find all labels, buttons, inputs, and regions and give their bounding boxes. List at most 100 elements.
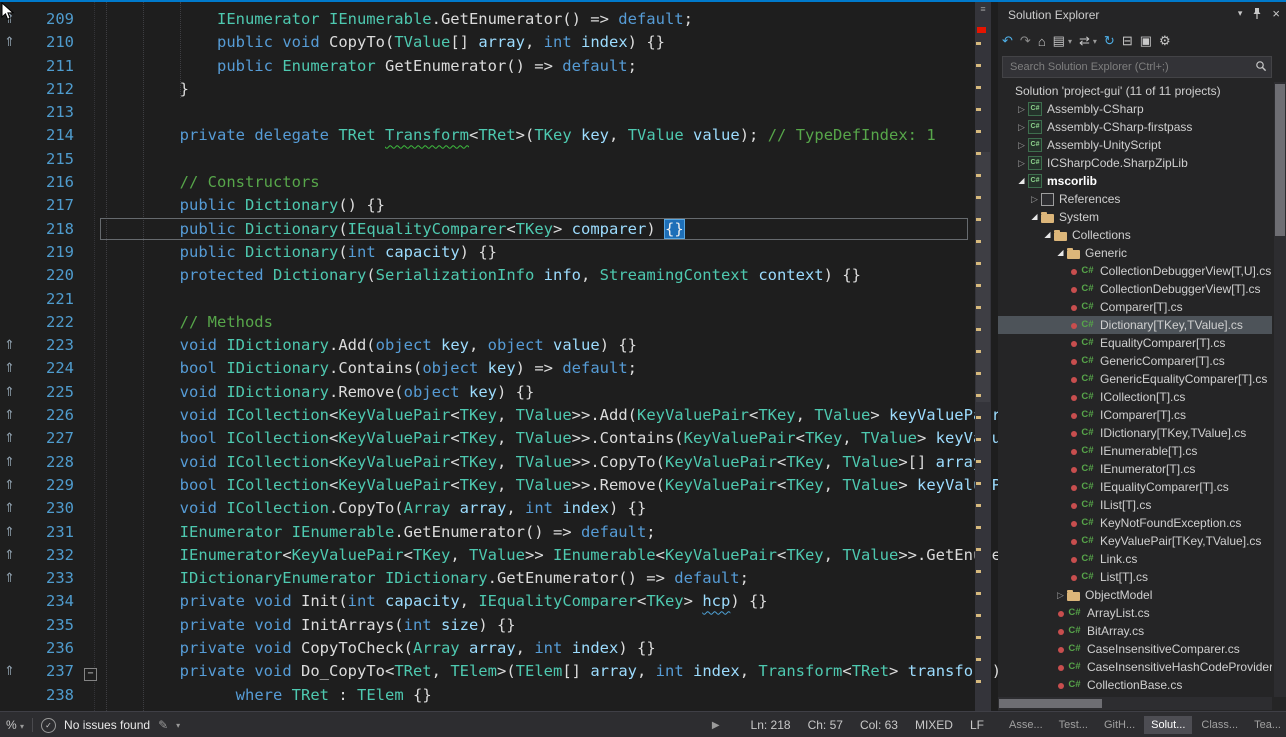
- code-line[interactable]: ⇑237− private void Do_CopyTo<TRet, TElem…: [0, 660, 998, 683]
- code-line[interactable]: 234 private void Init(int capacity, IEqu…: [0, 590, 998, 613]
- splitter-grip-icon[interactable]: ≡: [975, 3, 991, 16]
- tree-item[interactable]: C#BitArray.cs: [998, 622, 1272, 640]
- line-number[interactable]: 221: [26, 288, 74, 311]
- tool-window-tab[interactable]: Test...: [1052, 716, 1095, 734]
- column-indicator[interactable]: Col: 63: [860, 718, 898, 732]
- line-number[interactable]: 224: [26, 357, 74, 380]
- line-number[interactable]: 209: [26, 8, 74, 31]
- tree-item[interactable]: ▷ObjectModel: [998, 586, 1272, 604]
- indent-mode-indicator[interactable]: MIXED: [915, 718, 953, 732]
- line-indicator[interactable]: Ln: 218: [751, 718, 791, 732]
- tree-item[interactable]: C#CaseInsensitiveComparer.cs: [998, 640, 1272, 658]
- tool-window-tab[interactable]: Asse...: [1002, 716, 1050, 734]
- close-icon[interactable]: ×: [1272, 6, 1280, 21]
- tree-vertical-scrollbar[interactable]: [1274, 82, 1286, 697]
- line-number[interactable]: 216: [26, 171, 74, 194]
- code-line[interactable]: 238 where TRet : TElem {}: [0, 684, 998, 707]
- scrollbar-thumb[interactable]: [1275, 84, 1285, 236]
- tree-item[interactable]: C#CaseInsensitiveHashCodeProvider.cs: [998, 658, 1272, 676]
- tree-item[interactable]: C#KeyNotFoundException.cs: [998, 514, 1272, 532]
- expander-icon[interactable]: ▷: [1015, 136, 1028, 154]
- line-number[interactable]: 229: [26, 474, 74, 497]
- tool-window-tab[interactable]: Tea...: [1247, 716, 1286, 734]
- switch-views-icon[interactable]: ▤: [1053, 33, 1065, 49]
- tree-item[interactable]: C#IEnumerator[T].cs: [998, 460, 1272, 478]
- char-indicator[interactable]: Ch: 57: [808, 718, 843, 732]
- scrollbar-thumb[interactable]: [999, 699, 1102, 708]
- code-line[interactable]: 215: [0, 148, 998, 171]
- tree-item[interactable]: ▷C#Assembly-CSharp: [998, 100, 1272, 118]
- tree-item[interactable]: C#Comparer[T].cs: [998, 298, 1272, 316]
- tree-item[interactable]: ▷C#Assembly-CSharp-firstpass: [998, 118, 1272, 136]
- tool-window-tab[interactable]: GitH...: [1097, 716, 1142, 734]
- tree-item[interactable]: C#Dictionary[TKey,TValue].cs: [998, 316, 1272, 334]
- expander-icon[interactable]: ◢: [1054, 244, 1067, 262]
- chevron-down-icon[interactable]: ▾: [1238, 8, 1243, 19]
- tree-item[interactable]: ▷C#Assembly-UnityScript: [998, 136, 1272, 154]
- expander-icon[interactable]: ◢: [1015, 172, 1028, 190]
- tree-item[interactable]: C#ArrayList.cs: [998, 604, 1272, 622]
- line-number[interactable]: 214: [26, 124, 74, 147]
- line-number[interactable]: 227: [26, 427, 74, 450]
- code-line[interactable]: 220 protected Dictionary(SerializationIn…: [0, 264, 998, 287]
- line-number[interactable]: 210: [26, 31, 74, 54]
- code-line[interactable]: 213: [0, 101, 998, 124]
- eol-indicator[interactable]: LF: [970, 718, 984, 732]
- code-line[interactable]: 219 public Dictionary(int capacity) {}: [0, 241, 998, 264]
- search-input[interactable]: [1008, 58, 1242, 76]
- code-line[interactable]: ⇑228 void ICollection<KeyValuePair<TKey,…: [0, 451, 998, 474]
- tree-item[interactable]: C#GenericEqualityComparer[T].cs: [998, 370, 1272, 388]
- line-number[interactable]: 215: [26, 148, 74, 171]
- expander-icon[interactable]: ◢: [1041, 226, 1054, 244]
- pin-icon[interactable]: [1252, 7, 1262, 20]
- tree-item[interactable]: C#CollectionDebuggerView[T,U].cs: [998, 262, 1272, 280]
- code-line[interactable]: 218 public Dictionary(IEqualityComparer<…: [0, 218, 998, 241]
- navigate-back-icon[interactable]: ↶: [1002, 33, 1013, 49]
- fold-margin[interactable]: −: [84, 660, 100, 683]
- code-line[interactable]: 217 public Dictionary() {}: [0, 194, 998, 217]
- code-line[interactable]: 211 public Enumerator GetEnumerator() =>…: [0, 55, 998, 78]
- search-box[interactable]: [1002, 56, 1272, 78]
- tree-item[interactable]: C#IDictionary[TKey,TValue].cs: [998, 424, 1272, 442]
- tree-item[interactable]: C#CollectionBase.cs: [998, 676, 1272, 694]
- edit-pencil-icon[interactable]: ✎: [158, 718, 168, 732]
- code-editor[interactable]: ⇑209 IEnumerator IEnumerable.GetEnumerat…: [0, 2, 998, 711]
- show-all-files-icon[interactable]: ▣: [1140, 33, 1152, 49]
- tree-item[interactable]: ◢System: [998, 208, 1272, 226]
- tree-item[interactable]: C#List[T].cs: [998, 568, 1272, 586]
- code-line[interactable]: 212 }: [0, 78, 998, 101]
- tree-item[interactable]: C#EqualityComparer[T].cs: [998, 334, 1272, 352]
- issues-message[interactable]: No issues found: [64, 718, 150, 732]
- tree-item[interactable]: C#ICollection[T].cs: [998, 388, 1272, 406]
- line-number[interactable]: 218: [26, 218, 74, 241]
- line-number[interactable]: 217: [26, 194, 74, 217]
- code-line[interactable]: ⇑230 void ICollection.CopyTo(Array array…: [0, 497, 998, 520]
- navigate-forward-icon[interactable]: ↷: [1020, 33, 1031, 49]
- code-line[interactable]: ⇑233 IDictionaryEnumerator IDictionary.G…: [0, 567, 998, 590]
- line-number[interactable]: 235: [26, 614, 74, 637]
- line-number[interactable]: 234: [26, 590, 74, 613]
- search-icon[interactable]: [1255, 60, 1267, 72]
- line-number[interactable]: 212: [26, 78, 74, 101]
- tree-item[interactable]: C#IEqualityComparer[T].cs: [998, 478, 1272, 496]
- scrollbar-thumb[interactable]: [976, 152, 990, 402]
- code-line[interactable]: ⇑227 bool ICollection<KeyValuePair<TKey,…: [0, 427, 998, 450]
- line-number[interactable]: 222: [26, 311, 74, 334]
- code-line[interactable]: 235 private void InitArrays(int size) {}: [0, 614, 998, 637]
- collapse-all-icon[interactable]: ⊟: [1122, 33, 1133, 49]
- line-number[interactable]: 231: [26, 521, 74, 544]
- refresh-icon[interactable]: ↻: [1104, 33, 1115, 49]
- code-line[interactable]: 236 private void CopyToCheck(Array array…: [0, 637, 998, 660]
- expander-icon[interactable]: ▷: [1054, 586, 1067, 604]
- code-line[interactable]: 221: [0, 288, 998, 311]
- line-number[interactable]: 238: [26, 684, 74, 707]
- line-number[interactable]: 223: [26, 334, 74, 357]
- expander-icon[interactable]: ◢: [1028, 208, 1041, 226]
- tool-window-tab[interactable]: Class...: [1194, 716, 1245, 734]
- chevron-down-icon[interactable]: ▾: [1093, 37, 1097, 46]
- code-line[interactable]: ⇑223 void IDictionary.Add(object key, ob…: [0, 334, 998, 357]
- code-line[interactable]: ⇑229 bool ICollection<KeyValuePair<TKey,…: [0, 474, 998, 497]
- tree-item[interactable]: C#IEnumerable[T].cs: [998, 442, 1272, 460]
- line-number[interactable]: 211: [26, 55, 74, 78]
- tree-item[interactable]: C#IList[T].cs: [998, 496, 1272, 514]
